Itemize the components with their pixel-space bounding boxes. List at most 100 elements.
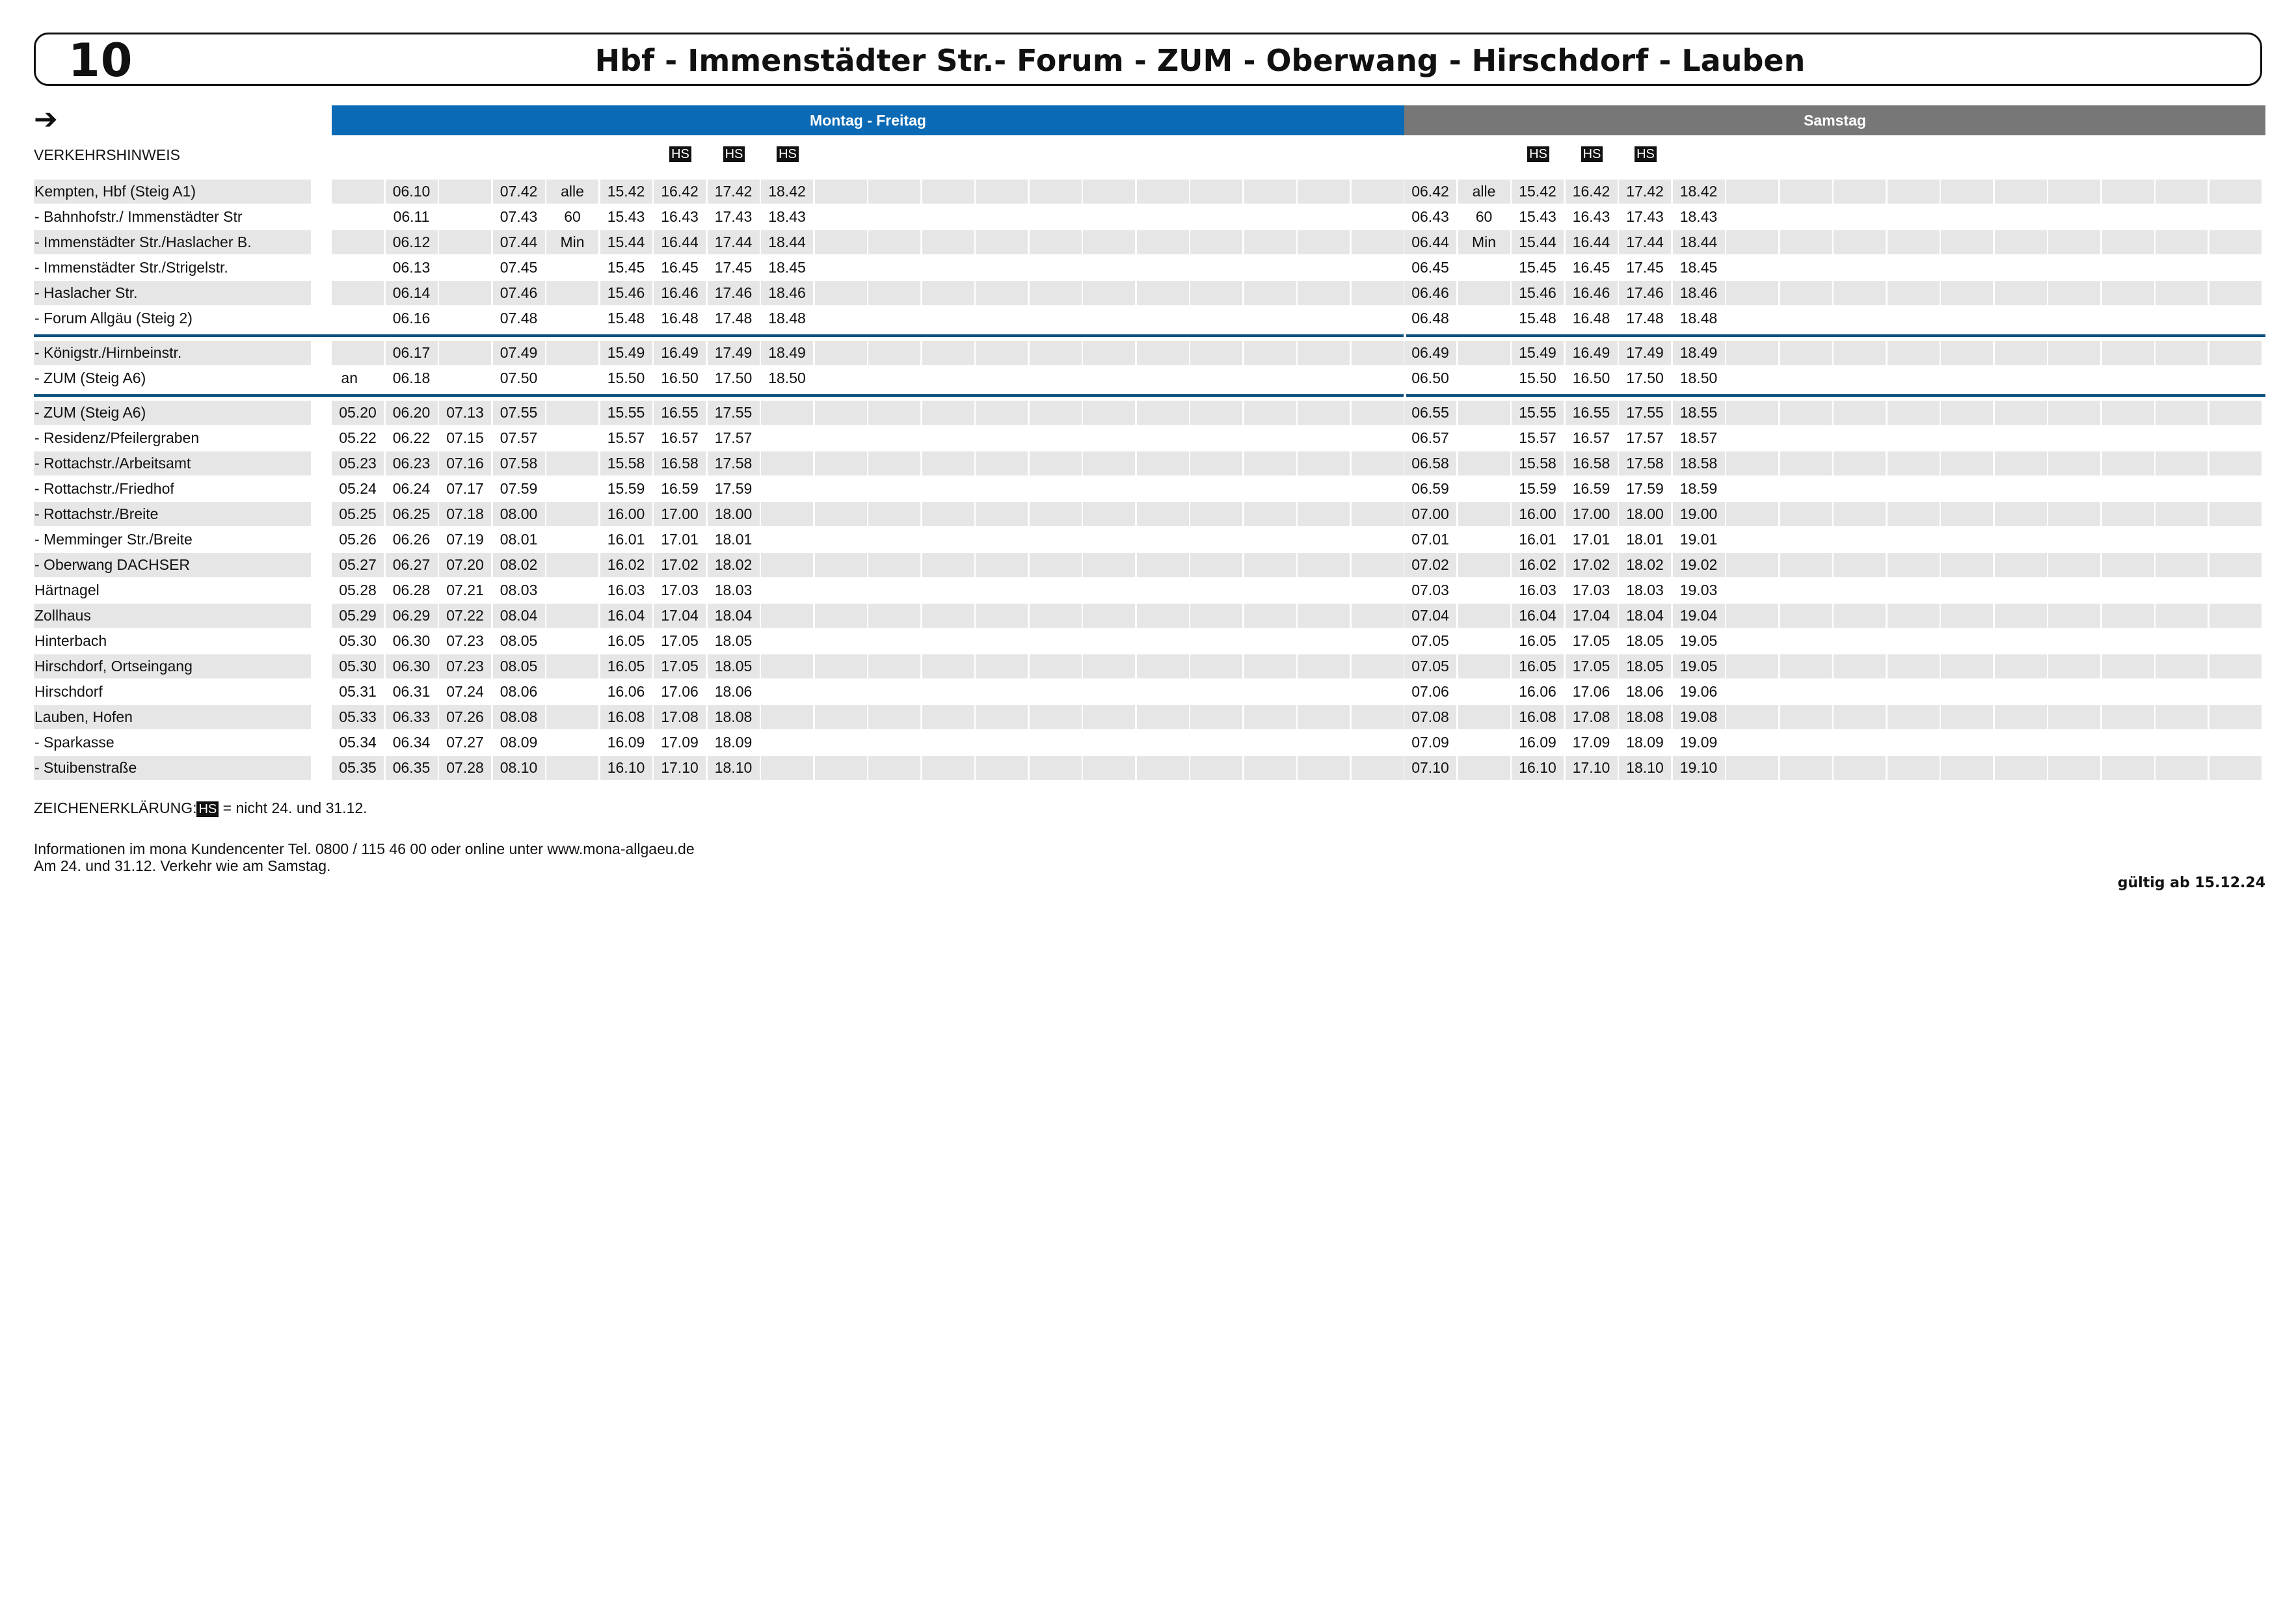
weekday-time-cell xyxy=(1351,604,1404,628)
weekday-time-cell: 05.24 xyxy=(339,480,377,497)
stop-name: Lauben, Hofen xyxy=(34,705,311,729)
weekday-time-cell xyxy=(868,553,920,577)
stop-name: - ZUM (Steig A6) xyxy=(34,369,146,386)
saturday-time-cell xyxy=(2156,680,2208,704)
weekday-time-cell xyxy=(1083,528,1135,552)
saturday-time-cell: 15.58 xyxy=(1512,451,1564,476)
weekday-time-cell: 07.50 xyxy=(500,369,538,386)
saturday-time-cell: 19.01 xyxy=(1679,531,1718,548)
saturday-time-cell xyxy=(1995,477,2047,501)
saturday-time-cell: 06.55 xyxy=(1404,401,1456,425)
saturday-time-cell xyxy=(1458,680,1510,704)
saturday-time-cell: 16.08 xyxy=(1512,705,1564,729)
saturday-time-cell xyxy=(1994,180,2047,204)
weekday-time-cell xyxy=(868,281,920,305)
saturday-time-cell: 15.55 xyxy=(1512,401,1564,425)
saturday-time-cell: 06.58 xyxy=(1404,451,1456,476)
saturday-time-cell xyxy=(2048,366,2100,390)
saturday-time-cell xyxy=(1994,451,2047,476)
saturday-time-cell: 60 xyxy=(1475,208,1493,225)
saturday-time-cell: 16.03 xyxy=(1519,582,1556,598)
saturday-time-cell: 17.01 xyxy=(1572,531,1610,548)
weekday-time-cell xyxy=(1351,705,1404,729)
saturday-time-cell xyxy=(2048,604,2100,628)
saturday-time-cell xyxy=(1834,281,1886,305)
saturday-time-cell: 15.42 xyxy=(1512,180,1564,204)
saturday-time-cell: 18.43 xyxy=(1679,208,1718,225)
saturday-time-cell: 07.09 xyxy=(1411,734,1449,751)
saturday-time-cell xyxy=(1458,366,1510,390)
weekday-time-cell xyxy=(815,256,867,280)
weekday-time-cell: 08.03 xyxy=(500,582,538,598)
saturday-time-cell: 18.42 xyxy=(1672,180,1725,204)
saturday-time-cell xyxy=(1458,654,1510,678)
weekday-time-cell xyxy=(1244,578,1296,602)
saturday-time-cell: 18.03 xyxy=(1626,582,1664,598)
weekday-time-cell xyxy=(1244,341,1296,365)
saturday-time-cell xyxy=(1458,528,1510,552)
saturday-time-cell xyxy=(2048,680,2100,704)
weekday-time-cell xyxy=(922,578,974,602)
weekday-time-cell xyxy=(546,502,598,526)
saturday-time-cell xyxy=(2156,281,2208,305)
saturday-time-cell xyxy=(1726,654,1778,678)
weekday-time-cell xyxy=(868,180,920,204)
saturday-time-cell xyxy=(2102,230,2154,254)
weekday-time-cell: 15.57 xyxy=(607,429,645,446)
weekday-time-cell xyxy=(1136,553,1189,577)
weekday-time-cell xyxy=(976,281,1028,305)
saturday-time-cell xyxy=(2156,426,2208,450)
weekday-time-cell xyxy=(922,180,974,204)
saturday-time-cell: 07.00 xyxy=(1404,502,1456,526)
saturday-time-cell xyxy=(2156,180,2208,204)
saturday-time-cell: 19.04 xyxy=(1672,604,1725,628)
weekday-time-cell xyxy=(976,654,1028,678)
saturday-time-cell xyxy=(2048,705,2100,729)
saturday-time-cell xyxy=(1941,604,1993,628)
weekday-time-cell: 16.49 xyxy=(654,341,706,365)
saturday-time-cell: 06.48 xyxy=(1411,310,1449,327)
weekday-time-cell xyxy=(1190,502,1242,526)
saturday-time-cell xyxy=(2048,477,2100,501)
weekday-time-cell xyxy=(1136,180,1189,204)
saturday-time-cell xyxy=(1458,553,1510,577)
saturday-time-cell xyxy=(1834,230,1886,254)
weekday-time-cell: 08.06 xyxy=(500,683,538,700)
saturday-time-cell: 16.50 xyxy=(1572,369,1610,386)
saturday-time-cell xyxy=(1888,205,1940,229)
saturday-time-cell xyxy=(2048,629,2100,653)
saturday-time-cell xyxy=(2209,477,2262,501)
weekday-time-cell xyxy=(976,528,1028,552)
weekday-time-cell xyxy=(1083,553,1135,577)
saturday-time-cell: 17.45 xyxy=(1626,259,1664,276)
stop-name: Härtnagel xyxy=(34,582,100,598)
info-line-1: Informationen im mona Kundencenter Tel. … xyxy=(34,840,695,857)
weekday-time-cell: 06.14 xyxy=(385,281,438,305)
weekday-hs-marker: HS xyxy=(761,146,814,162)
weekday-time-cell: 18.44 xyxy=(761,230,813,254)
weekday-time-cell: 15.59 xyxy=(607,480,645,497)
table-row: - Forum Allgäu (Steig 2) 06.16 07.48 15.48 1… xyxy=(34,306,2265,330)
weekday-time-cell: 17.57 xyxy=(714,429,753,446)
saturday-time-cell xyxy=(1995,528,2047,552)
saturday-time-cell: Min xyxy=(1458,230,1510,254)
weekday-time-cell xyxy=(1136,451,1189,476)
table-row: - Stuibenstraßean05.3506.3507.2808.1016.… xyxy=(34,756,2265,780)
weekday-time-cell xyxy=(815,477,867,501)
weekday-time-cell: 18.45 xyxy=(768,259,806,276)
weekday-time-cell xyxy=(1029,604,1082,628)
weekday-time-cell xyxy=(1298,205,1350,229)
weekday-time-cell xyxy=(1298,680,1350,704)
weekday-time-cell xyxy=(546,604,598,628)
route-title: Hbf - Immenstädter Str.- Forum - ZUM - O… xyxy=(594,43,1806,78)
weekday-time-cell: 07.15 xyxy=(446,429,484,446)
saturday-time-cell: alle xyxy=(1458,180,1510,204)
saturday-time-cell: 17.03 xyxy=(1572,582,1610,598)
weekday-time-cell: 05.26 xyxy=(339,531,377,548)
saturday-time-cell: 17.57 xyxy=(1626,429,1664,446)
weekday-time-cell: 07.45 xyxy=(500,259,538,276)
weekday-time-cell xyxy=(546,680,598,704)
weekday-time-cell xyxy=(1190,256,1242,280)
weekday-time-cell: 16.42 xyxy=(654,180,706,204)
saturday-time-cell: 16.09 xyxy=(1519,734,1556,751)
